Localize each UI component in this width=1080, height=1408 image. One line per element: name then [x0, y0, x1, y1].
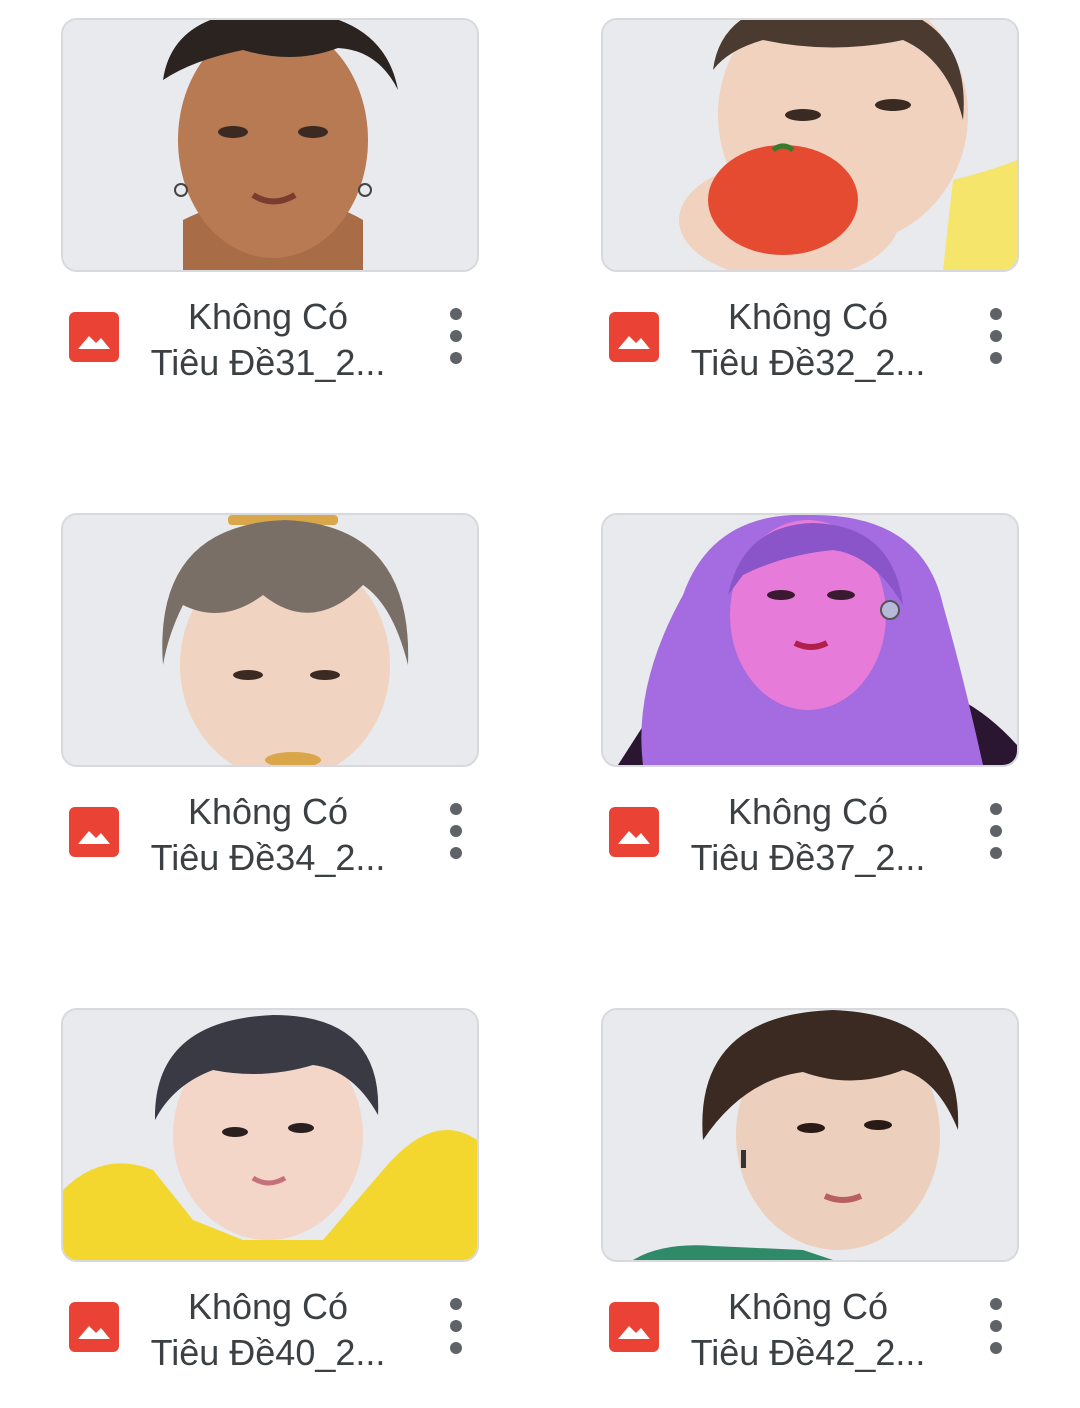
file-title-line2: Tiêu Đề32_2...: [690, 342, 926, 383]
file-title[interactable]: Không Có Tiêu Đề42_2...: [677, 1284, 939, 1376]
file-thumbnail[interactable]: [601, 1008, 1019, 1262]
file-thumbnail[interactable]: [601, 513, 1019, 767]
file-title-line2: Tiêu Đề34_2...: [150, 837, 386, 878]
portrait-image: [603, 515, 1017, 765]
more-vert-icon[interactable]: [439, 1298, 473, 1354]
portrait-image: [63, 1010, 477, 1260]
portrait-image: [63, 20, 477, 270]
image-file-icon: [69, 312, 119, 362]
file-title[interactable]: Không Có Tiêu Đề31_2...: [137, 294, 399, 386]
file-thumbnail[interactable]: [601, 18, 1019, 272]
file-card[interactable]: Không Có Tiêu Đề37_2...: [601, 513, 1019, 893]
file-title-line1: Không Có: [187, 1286, 349, 1327]
file-title-line2: Tiêu Đề40_2...: [150, 1332, 386, 1373]
file-title-line1: Không Có: [187, 791, 349, 832]
image-file-icon: [609, 312, 659, 362]
file-title[interactable]: Không Có Tiêu Đề34_2...: [137, 789, 399, 881]
more-vert-icon[interactable]: [439, 803, 473, 859]
file-title-line1: Không Có: [727, 296, 889, 337]
file-grid: Không Có Tiêu Đề31_2... Không Có Tiêu Đề…: [0, 0, 1080, 1408]
more-vert-icon[interactable]: [979, 803, 1013, 859]
image-file-icon: [69, 807, 119, 857]
image-file-icon: [609, 807, 659, 857]
portrait-image: [63, 515, 477, 765]
file-card[interactable]: Không Có Tiêu Đề40_2...: [61, 1008, 479, 1388]
portrait-image: [603, 1010, 1017, 1260]
more-vert-icon[interactable]: [439, 308, 473, 364]
file-card[interactable]: Không Có Tiêu Đề32_2...: [601, 18, 1019, 398]
image-file-icon: [69, 1302, 119, 1352]
portrait-image: [603, 20, 1017, 270]
file-title-line1: Không Có: [727, 791, 889, 832]
file-title-line1: Không Có: [727, 1286, 889, 1327]
image-file-icon: [609, 1302, 659, 1352]
file-title-line1: Không Có: [187, 296, 349, 337]
file-title[interactable]: Không Có Tiêu Đề40_2...: [137, 1284, 399, 1376]
file-card[interactable]: Không Có Tiêu Đề42_2...: [601, 1008, 1019, 1388]
file-title-line2: Tiêu Đề37_2...: [690, 837, 926, 878]
file-card[interactable]: Không Có Tiêu Đề31_2...: [61, 18, 479, 398]
more-vert-icon[interactable]: [979, 1298, 1013, 1354]
file-card[interactable]: Không Có Tiêu Đề34_2...: [61, 513, 479, 893]
file-thumbnail[interactable]: [61, 18, 479, 272]
file-thumbnail[interactable]: [61, 1008, 479, 1262]
file-title-line2: Tiêu Đề42_2...: [690, 1332, 926, 1373]
more-vert-icon[interactable]: [979, 308, 1013, 364]
file-title[interactable]: Không Có Tiêu Đề37_2...: [677, 789, 939, 881]
file-title[interactable]: Không Có Tiêu Đề32_2...: [677, 294, 939, 386]
file-thumbnail[interactable]: [61, 513, 479, 767]
file-title-line2: Tiêu Đề31_2...: [150, 342, 386, 383]
